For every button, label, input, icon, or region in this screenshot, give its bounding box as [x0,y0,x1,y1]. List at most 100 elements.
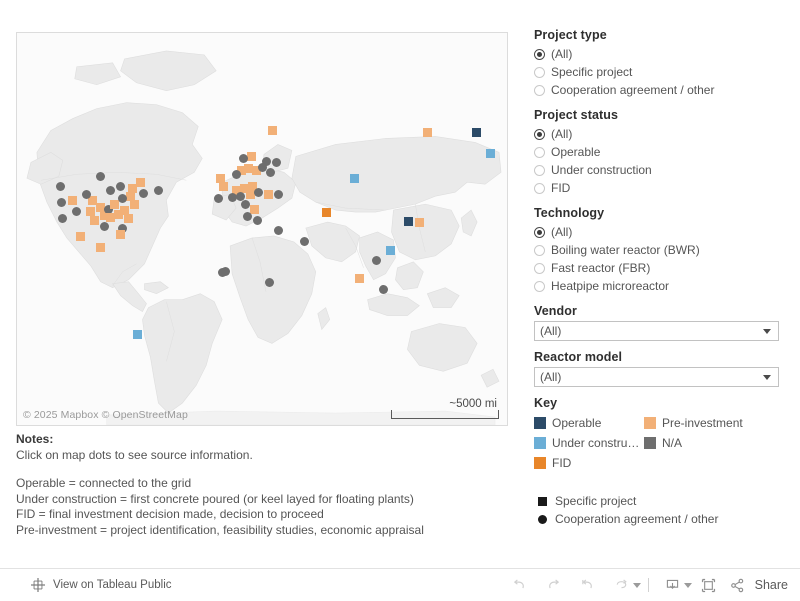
map-mark-na[interactable] [241,200,250,209]
radio-technology-heatpipe[interactable]: Heatpipe microreactor [534,277,784,295]
radio-icon[interactable] [534,262,545,274]
radio-icon[interactable] [534,226,545,238]
map-mark-na[interactable] [139,189,148,198]
map-mark-pre_investment[interactable] [124,214,133,223]
map-panel[interactable]: © 2025 Mapbox © OpenStreetMap ~5000 mi [16,32,508,426]
key-item-fid[interactable]: FID [534,454,571,471]
key-shape-specific-project[interactable]: Specific project [538,492,784,510]
map-mark-na[interactable] [300,237,309,246]
map-mark-pre_investment[interactable] [110,200,119,209]
radio-icon[interactable] [534,48,545,60]
map-mark-pre_investment[interactable] [415,218,424,227]
map-mark-pre_investment[interactable] [247,152,256,161]
key-item-operable[interactable]: Operable [534,414,601,431]
map-mark-na[interactable] [265,278,274,287]
map-mark-na[interactable] [57,198,66,207]
map-mark-na[interactable] [82,190,91,199]
map-mark-na[interactable] [118,194,127,203]
vendor-dropdown[interactable]: (All) [534,321,779,341]
radio-icon[interactable] [534,66,545,78]
radio-technology-bwr[interactable]: Boiling water reactor (BWR) [534,241,784,259]
map-mark-na[interactable] [254,188,263,197]
radio-icon[interactable] [534,244,545,256]
radio-project-type-specific[interactable]: Specific project [534,63,784,81]
map-mark-na[interactable] [379,285,388,294]
map-mark-na[interactable] [274,190,283,199]
map-mark-na[interactable] [253,216,262,225]
radio-project-status-fid[interactable]: FID [534,179,784,197]
map-mark-under_construction[interactable] [350,174,359,183]
map-mark-na[interactable] [228,193,237,202]
map-mark-under_construction[interactable] [386,246,395,255]
radio-technology-all[interactable]: (All) [534,223,784,241]
map-mark-na[interactable] [239,154,248,163]
download-menu-caret-icon[interactable] [683,582,692,588]
map-mark-pre_investment[interactable] [219,182,228,191]
map-mark-na[interactable] [96,172,105,181]
map-mark-pre_investment[interactable] [76,232,85,241]
reactor-model-dropdown[interactable]: (All) [534,367,779,387]
pause-menu-caret-icon[interactable] [632,582,641,588]
map-mark-na[interactable] [214,194,223,203]
map-mark-na[interactable] [106,186,115,195]
map-mark-pre_investment[interactable] [68,196,77,205]
map-mark-na[interactable] [221,267,230,276]
map-mark-na[interactable] [100,222,109,231]
radio-icon[interactable] [534,182,545,194]
map-mark-na[interactable] [272,158,281,167]
map-mark-na[interactable] [232,170,241,179]
map-mark-pre_investment[interactable] [116,230,125,239]
map-mark-na[interactable] [266,168,275,177]
map-mark-na[interactable] [154,186,163,195]
map-mark-pre_investment[interactable] [96,243,105,252]
revert-button[interactable] [571,569,605,601]
map-mark-na[interactable] [116,182,125,191]
chevron-down-icon[interactable] [763,329,771,334]
key-item-under-construction[interactable]: Under constru… [534,434,639,451]
radio-project-status-all[interactable]: (All) [534,125,784,143]
radio-icon[interactable] [534,84,545,96]
chevron-down-icon[interactable] [763,375,771,380]
radio-icon[interactable] [534,164,545,176]
map-mark-pre_investment[interactable] [130,200,139,209]
radio-technology-fbr[interactable]: Fast reactor (FBR) [534,259,784,277]
radio-icon[interactable] [534,280,545,292]
radio-project-type-all[interactable]: (All) [534,45,784,63]
world-map[interactable] [17,33,507,425]
share-label[interactable]: Share [755,578,788,592]
map-mark-under_construction[interactable] [486,149,495,158]
map-mark-pre_investment[interactable] [86,207,95,216]
map-mark-na[interactable] [56,182,65,191]
map-mark-pre_investment[interactable] [423,128,432,137]
map-mark-operable[interactable] [404,217,413,226]
tableau-public-link[interactable]: View on Tableau Public [30,569,172,601]
radio-icon[interactable] [534,146,545,158]
map-mark-na[interactable] [58,214,67,223]
map-mark-na[interactable] [243,212,252,221]
map-mark-pre_investment[interactable] [264,190,273,199]
map-mark-under_construction[interactable] [133,330,142,339]
map-mark-pre_investment[interactable] [126,192,135,201]
map-mark-operable[interactable] [472,128,481,137]
radio-project-type-cooperation[interactable]: Cooperation agreement / other [534,81,784,99]
map-mark-na[interactable] [372,256,381,265]
map-mark-na[interactable] [262,157,271,166]
map-mark-na[interactable] [274,226,283,235]
map-mark-pre_investment[interactable] [216,174,225,183]
radio-project-status-operable[interactable]: Operable [534,143,784,161]
share-button[interactable] [726,569,750,601]
redo-button[interactable] [537,569,571,601]
fullscreen-button[interactable] [692,569,726,601]
key-item-pre-investment[interactable]: Pre-investment [644,414,743,431]
key-item-na[interactable]: N/A [644,434,682,451]
map-mark-fid[interactable] [322,208,331,217]
map-mark-pre_investment[interactable] [250,205,259,214]
radio-project-status-under-construction[interactable]: Under construction [534,161,784,179]
undo-button[interactable] [503,569,537,601]
map-mark-pre_investment[interactable] [355,274,364,283]
key-shape-cooperation-agreement[interactable]: Cooperation agreement / other [538,510,784,528]
map-mark-pre_investment[interactable] [136,178,145,187]
radio-icon[interactable] [534,128,545,140]
map-mark-pre_investment[interactable] [90,216,99,225]
map-mark-pre_investment[interactable] [268,126,277,135]
